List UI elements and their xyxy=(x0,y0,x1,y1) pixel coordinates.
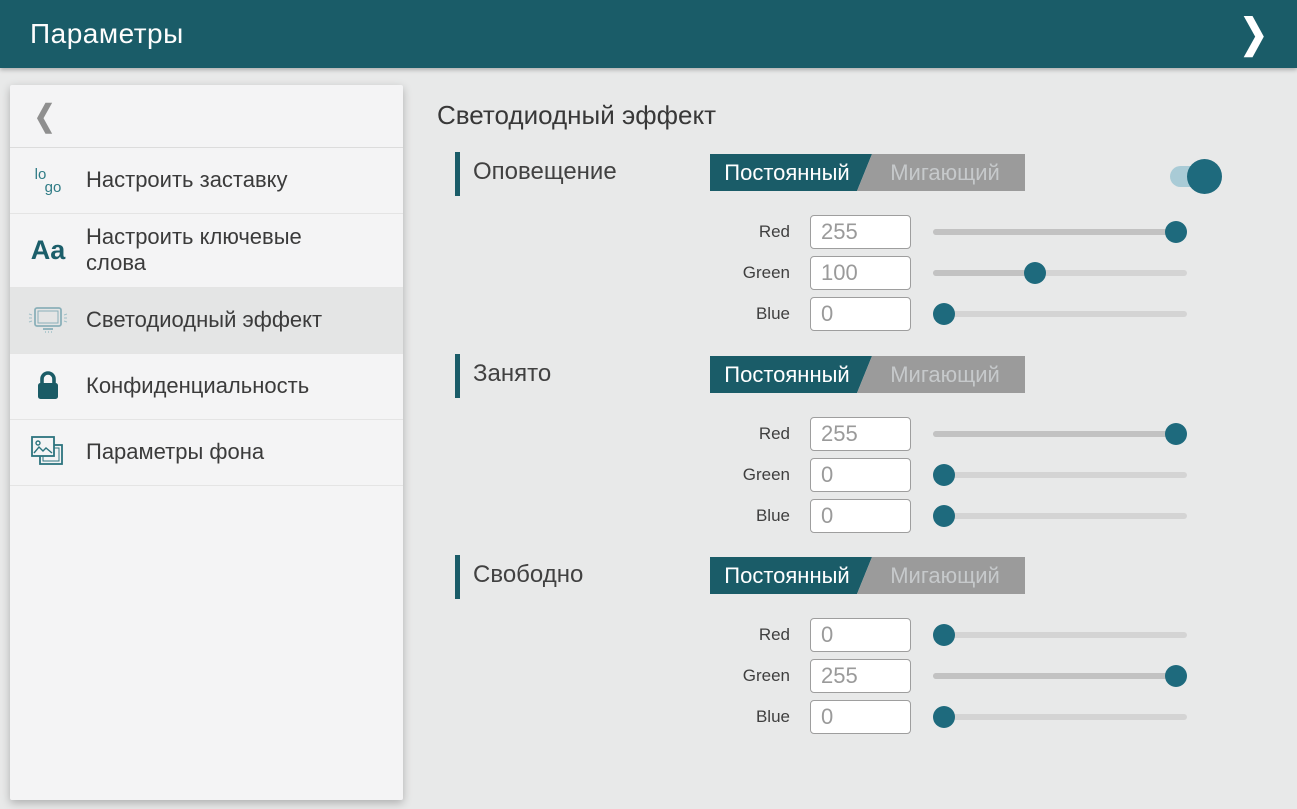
channel-row-blue: Blue xyxy=(455,297,1245,331)
green-value-input[interactable] xyxy=(810,659,911,693)
slider-fill xyxy=(933,270,1035,276)
channel-label: Red xyxy=(655,424,790,444)
channel-label: Green xyxy=(655,465,790,485)
channel-row-green: Green xyxy=(455,659,1245,693)
red-value-input[interactable] xyxy=(810,215,911,249)
slider-fill xyxy=(933,431,1176,437)
red-slider[interactable] xyxy=(933,431,1187,437)
slider-knob[interactable] xyxy=(1165,221,1187,243)
mode-constant-button[interactable]: Постоянный xyxy=(710,356,872,393)
channel-label: Green xyxy=(655,666,790,686)
mode-segmented-control: Постоянный Мигающий xyxy=(710,356,1025,393)
section-accent-bar xyxy=(455,152,460,196)
blue-value-input[interactable] xyxy=(810,700,911,734)
keywords-icon: Aa xyxy=(10,235,86,266)
mode-segmented-control: Постоянный Мигающий xyxy=(710,557,1025,594)
green-slider[interactable] xyxy=(933,472,1187,478)
lock-icon xyxy=(10,369,86,403)
section-busy: Занято Постоянный Мигающий Red Green Blu… xyxy=(455,352,1245,547)
green-value-input[interactable] xyxy=(810,458,911,492)
red-value-input[interactable] xyxy=(810,618,911,652)
blue-value-input[interactable] xyxy=(810,499,911,533)
channel-label: Red xyxy=(655,222,790,242)
slider-knob[interactable] xyxy=(1165,423,1187,445)
sidebar-item-keywords[interactable]: Aa Настроить ключевые слова xyxy=(10,214,403,288)
channel-row-green: Green xyxy=(455,458,1245,492)
green-value-input[interactable] xyxy=(810,256,911,290)
mode-blinking-button[interactable]: Мигающий xyxy=(857,557,1025,594)
sidebar-item-label: Настроить ключевые слова xyxy=(86,224,341,277)
red-value-input[interactable] xyxy=(810,417,911,451)
mode-blinking-button[interactable]: Мигающий xyxy=(857,154,1025,191)
section-notification: Оповещение Постоянный Мигающий Red Green… xyxy=(455,150,1245,345)
channel-label: Green xyxy=(655,263,790,283)
channel-label: Blue xyxy=(655,506,790,526)
channel-label: Red xyxy=(655,625,790,645)
mode-constant-button[interactable]: Постоянный xyxy=(710,557,872,594)
page-title: Параметры xyxy=(30,18,1237,50)
channel-label: Blue xyxy=(655,707,790,727)
section-label: Занято xyxy=(473,360,551,388)
slider-knob[interactable] xyxy=(933,706,955,728)
section-free: Свободно Постоянный Мигающий Red Green B… xyxy=(455,553,1245,748)
channel-row-red: Red xyxy=(455,618,1245,652)
slider-knob[interactable] xyxy=(933,464,955,486)
sidebar-item-background[interactable]: Параметры фона xyxy=(10,420,403,486)
green-slider[interactable] xyxy=(933,270,1187,276)
sidebar-item-label: Конфиденциальность xyxy=(86,373,341,399)
red-slider[interactable] xyxy=(933,632,1187,638)
slider-knob[interactable] xyxy=(933,624,955,646)
blue-slider[interactable] xyxy=(933,513,1187,519)
slider-fill xyxy=(933,673,1176,679)
sidebar-item-screensaver[interactable]: lo go Настроить заставку xyxy=(10,148,403,214)
background-image-icon xyxy=(10,434,86,470)
settings-sidebar: ❮ lo go Настроить заставку Aa Настроить … xyxy=(10,85,403,800)
blue-slider[interactable] xyxy=(933,311,1187,317)
section-label: Оповещение xyxy=(473,158,617,186)
sidebar-item-label: Светодиодный эффект xyxy=(86,307,341,333)
slider-fill xyxy=(933,229,1176,235)
slider-knob[interactable] xyxy=(933,303,955,325)
section-accent-bar xyxy=(455,555,460,599)
chevron-left-icon: ❮ xyxy=(34,99,55,134)
mode-blinking-button[interactable]: Мигающий xyxy=(857,356,1025,393)
sidebar-back-button[interactable]: ❮ xyxy=(10,85,403,148)
channel-row-blue: Blue xyxy=(455,700,1245,734)
channel-row-red: Red xyxy=(455,417,1245,451)
content-title: Светодиодный эффект xyxy=(437,100,716,131)
channel-row-red: Red xyxy=(455,215,1245,249)
chevron-right-icon[interactable]: ❯ xyxy=(1240,14,1268,54)
app-header: Параметры ❯ xyxy=(0,0,1297,68)
channel-row-green: Green xyxy=(455,256,1245,290)
slider-knob[interactable] xyxy=(1024,262,1046,284)
mode-constant-button[interactable]: Постоянный xyxy=(710,154,872,191)
sidebar-item-label: Параметры фона xyxy=(86,439,341,465)
channel-label: Blue xyxy=(655,304,790,324)
slider-knob[interactable] xyxy=(933,505,955,527)
red-slider[interactable] xyxy=(933,229,1187,235)
mode-segmented-control: Постоянный Мигающий xyxy=(710,154,1025,191)
switch-knob xyxy=(1187,159,1222,194)
notification-switch[interactable] xyxy=(1170,159,1222,195)
slider-knob[interactable] xyxy=(1165,665,1187,687)
sidebar-item-led-effect[interactable]: Светодиодный эффект xyxy=(10,288,403,354)
channel-row-blue: Blue xyxy=(455,499,1245,533)
sidebar-item-label: Настроить заставку xyxy=(86,167,341,193)
green-slider[interactable] xyxy=(933,673,1187,679)
blue-slider[interactable] xyxy=(933,714,1187,720)
section-accent-bar xyxy=(455,354,460,398)
led-monitor-icon xyxy=(10,304,86,336)
sidebar-item-privacy[interactable]: Конфиденциальность xyxy=(10,354,403,420)
section-label: Свободно xyxy=(473,561,583,589)
logo-icon: lo go xyxy=(10,168,86,194)
blue-value-input[interactable] xyxy=(810,297,911,331)
